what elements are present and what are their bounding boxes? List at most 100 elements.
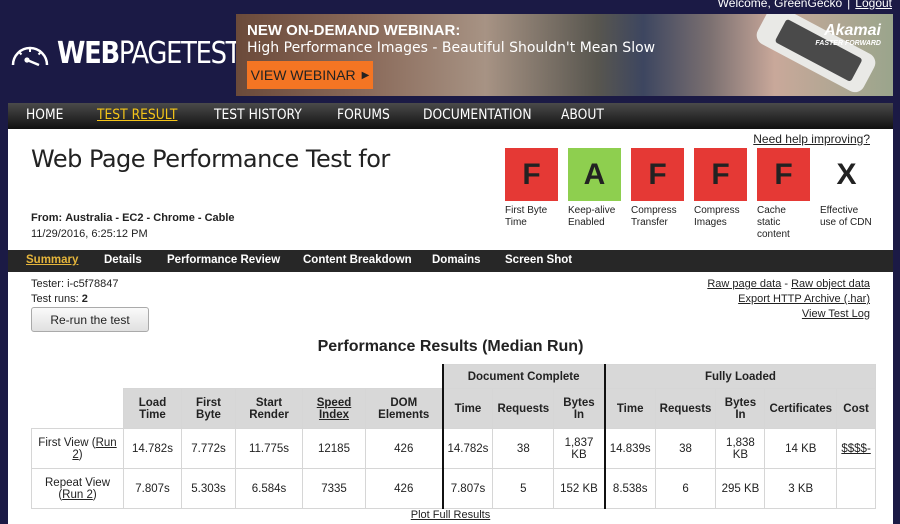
- grade-label: Keep-alive Enabled: [568, 205, 616, 228]
- grade-cdn[interactable]: X Effective use of CDN: [820, 148, 873, 241]
- col-first-byte: First Byte: [181, 388, 236, 429]
- col-cost: Cost: [836, 388, 877, 429]
- cell-first-byte: 7.772s: [181, 428, 236, 469]
- view-test-log-link[interactable]: View Test Log: [802, 308, 870, 320]
- grade-compress-transfer[interactable]: F Compress Transfer: [631, 148, 684, 241]
- dash-separator: -: [784, 278, 789, 290]
- cell-fl-time: 14.839s: [603, 428, 656, 469]
- speed-index-link[interactable]: Speed Index: [317, 397, 352, 421]
- run-link[interactable]: Run 2: [62, 489, 93, 501]
- nav-about[interactable]: ABOUT: [561, 107, 604, 123]
- results-title: Performance Results (Median Run): [317, 338, 584, 355]
- nav-test-history[interactable]: TEST HISTORY: [214, 107, 302, 123]
- tab-content-breakdown[interactable]: Content Breakdown: [303, 254, 412, 266]
- export-har-link[interactable]: Export HTTP Archive (.har): [738, 293, 870, 305]
- nav-home[interactable]: HOME: [26, 107, 63, 123]
- nav-documentation[interactable]: DOCUMENTATION: [423, 107, 532, 123]
- plot-full-results-link[interactable]: Plot Full Results: [411, 509, 490, 521]
- logo-text-bold: WEB: [57, 36, 120, 71]
- grade-first-byte[interactable]: F First Byte Time: [505, 148, 558, 241]
- row-label: Repeat View (Run 2): [31, 468, 124, 509]
- grade-box: F: [505, 148, 558, 201]
- view-webinar-button[interactable]: VIEW WEBINAR ▶: [247, 61, 373, 89]
- nav-forums[interactable]: FORUMS: [337, 107, 390, 123]
- grade-label: Effective use of CDN: [820, 205, 872, 228]
- grade-label: Compress Transfer: [631, 205, 677, 228]
- webpagetest-logo[interactable]: WEBPAGETEST: [9, 36, 270, 71]
- cell-fl-requests: 6: [654, 468, 717, 509]
- raw-page-data-link[interactable]: Raw page data: [707, 278, 781, 290]
- raw-object-data-link[interactable]: Raw object data: [791, 278, 870, 290]
- grade-compress-images[interactable]: F Compress Images: [694, 148, 747, 241]
- view-webinar-label: VIEW WEBINAR: [250, 67, 356, 83]
- cell-certificates: 3 KB: [764, 468, 838, 509]
- col-dc-bytes: Bytes In: [553, 388, 606, 429]
- cell-cost: [836, 468, 877, 509]
- grade-cache-static[interactable]: F Cache static content: [757, 148, 810, 241]
- cost-link[interactable]: $$$$-: [841, 443, 870, 455]
- cell-dc-bytes: 152 KB: [553, 468, 606, 509]
- test-datetime: 11/29/2016, 6:25:12 PM: [31, 228, 148, 240]
- cell-fl-time: 8.538s: [603, 468, 656, 509]
- raw-data-links: Raw page data - Raw object data Export H…: [707, 277, 870, 322]
- cell-dc-time: 14.782s: [441, 428, 494, 469]
- cell-first-byte: 5.303s: [181, 468, 236, 509]
- logo-text: WEBPAGETEST: [57, 36, 242, 71]
- cell-load-time: 7.807s: [123, 468, 182, 509]
- col-dc-requests: Requests: [492, 388, 555, 429]
- tab-screen-shot[interactable]: Screen Shot: [505, 254, 572, 266]
- cell-cost: $$$$-: [836, 428, 877, 469]
- runs-value: 2: [81, 293, 88, 305]
- play-triangle-icon: ▶: [361, 69, 370, 81]
- grade-box: F: [694, 148, 747, 201]
- table-row-repeat-view: Repeat View (Run 2) 7.807s 5.303s 6.584s…: [31, 468, 877, 509]
- blank-corner: [31, 388, 124, 429]
- need-help-link[interactable]: Need help improving?: [753, 132, 870, 146]
- grade-box: F: [631, 148, 684, 201]
- grade-label: Cache static content: [757, 205, 790, 240]
- col-fl-bytes: Bytes In: [715, 388, 766, 429]
- col-dc-time: Time: [441, 388, 494, 429]
- cell-fl-requests: 38: [654, 428, 717, 469]
- logout-link[interactable]: Logout: [855, 0, 892, 10]
- cell-load-time: 14.782s: [123, 428, 182, 469]
- cell-dc-time: 7.807s: [441, 468, 494, 509]
- grade-box: A: [568, 148, 621, 201]
- col-speed-index: Speed Index: [302, 388, 366, 429]
- main-content: Web Page Performance Test for From: Aust…: [8, 129, 893, 524]
- runs-label: Test runs:: [31, 293, 79, 305]
- tester-info: Tester: i-c5f78847: [31, 278, 118, 290]
- logo-text-light: PAGETEST: [118, 36, 242, 71]
- tab-summary[interactable]: Summary: [26, 254, 78, 266]
- cell-fl-bytes: 295 KB: [715, 468, 766, 509]
- banner-subtitle: High Performance Images - Beautiful Shou…: [247, 40, 656, 56]
- tab-performance-review[interactable]: Performance Review: [167, 254, 280, 266]
- tab-details[interactable]: Details: [104, 254, 142, 266]
- col-dom-elements: DOM Elements: [365, 388, 443, 429]
- webinar-banner[interactable]: NEW ON-DEMAND WEBINAR: High Performance …: [236, 14, 893, 96]
- from-value: Australia - EC2 - Chrome - Cable: [65, 212, 235, 224]
- row-label: First View (Run 2): [31, 428, 124, 469]
- cell-dc-requests: 38: [492, 428, 555, 469]
- row-label-end: ): [92, 488, 97, 501]
- grade-label: Compress Images: [694, 205, 740, 228]
- akamai-tagline: FASTER FORWARD: [815, 40, 881, 47]
- tester-label: Tester:: [31, 278, 65, 290]
- cell-dc-bytes: 1,837 KB: [553, 428, 606, 469]
- grade-keep-alive[interactable]: A Keep-alive Enabled: [568, 148, 621, 241]
- result-tabs: Summary Details Performance Review Conte…: [8, 250, 893, 272]
- rerun-test-button[interactable]: Re-run the test: [31, 307, 149, 332]
- tester-value: i-c5f78847: [67, 278, 119, 290]
- cell-dc-requests: 5: [492, 468, 555, 509]
- col-fl-requests: Requests: [654, 388, 717, 429]
- welcome-text: Welcome, GreenGecko: [717, 0, 843, 10]
- grades-panel: F First Byte Time A Keep-alive Enabled F…: [505, 148, 883, 241]
- tab-domains[interactable]: Domains: [432, 254, 481, 266]
- col-load-time: Load Time: [123, 388, 182, 429]
- grade-label: First Byte Time: [505, 205, 548, 228]
- speedometer-icon: [11, 46, 49, 66]
- nav-test-result[interactable]: TEST RESULT: [97, 107, 177, 123]
- test-runs-info: Test runs: 2: [31, 293, 88, 305]
- cell-certificates: 14 KB: [764, 428, 838, 469]
- from-label: From:: [31, 212, 63, 224]
